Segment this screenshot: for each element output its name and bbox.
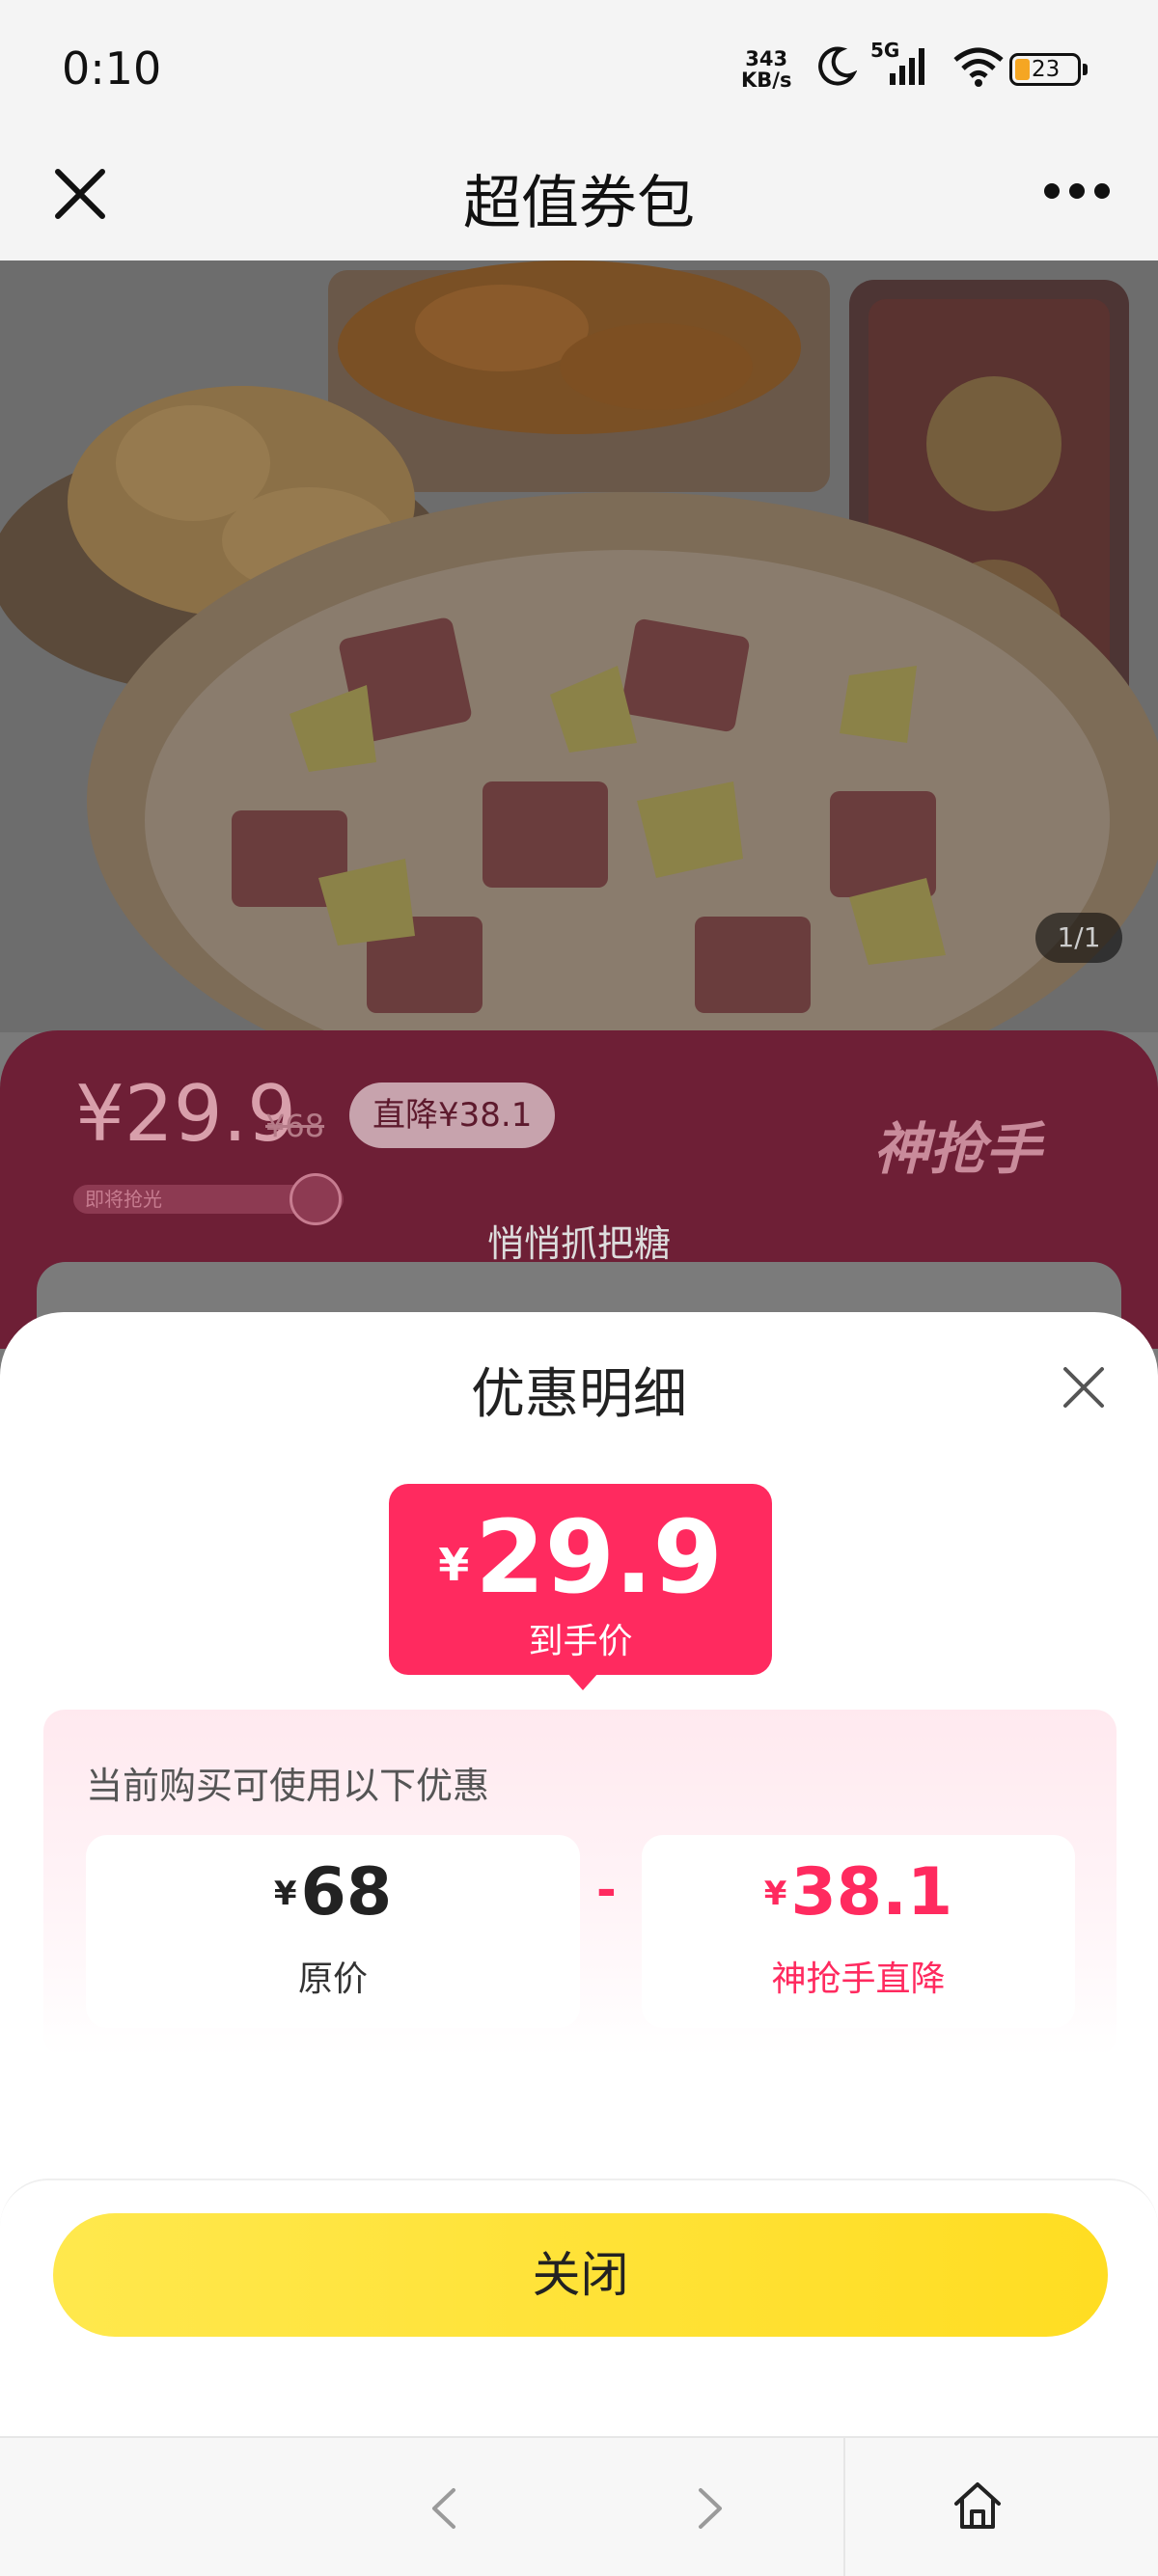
image-counter: 1/1 bbox=[1035, 913, 1122, 963]
brand-logo: 神抢手 bbox=[873, 1116, 1042, 1182]
discount-card: ¥38.1 神抢手直降 bbox=[642, 1835, 1075, 2028]
navigation-bar: 超值券包 bbox=[0, 135, 1158, 260]
browser-navigation bbox=[0, 2436, 1158, 2576]
battery-percent: 23 bbox=[1032, 57, 1061, 82]
final-price-label: 到手价 bbox=[528, 1622, 633, 1661]
battery-icon: 23 bbox=[1009, 53, 1081, 86]
cellular-signal-icon: 5G bbox=[870, 39, 938, 87]
original-price-label: 原价 bbox=[297, 1959, 368, 1999]
banner-original-price: ¥68 bbox=[265, 1108, 325, 1144]
banner-price: ¥29.9 bbox=[75, 1069, 297, 1159]
banner-slogan: 悄悄抓把糖 bbox=[486, 1222, 671, 1265]
discount-currency: ¥ bbox=[763, 1875, 787, 1913]
price-banner: ¥29.9 ¥68 直降¥38.1 即将抢光 神抢手 悄悄抓把糖 bbox=[0, 1030, 1158, 1378]
original-price-currency: ¥ bbox=[273, 1875, 297, 1913]
final-price-box: ¥29.9 到手价 bbox=[389, 1484, 772, 1690]
close-button[interactable]: 关闭 bbox=[53, 2213, 1108, 2337]
original-price-amount: 68 bbox=[300, 1854, 393, 1931]
sheet-title: 优惠明细 bbox=[471, 1363, 687, 1426]
food-illustration bbox=[0, 260, 1158, 1032]
battery-level bbox=[1015, 59, 1030, 80]
original-price-card: ¥68 原价 bbox=[86, 1835, 580, 2028]
status-time: 0:10 bbox=[62, 42, 162, 95]
home-icon[interactable] bbox=[951, 2479, 1005, 2533]
discount-panel: 当前购买可使用以下优惠 ¥68 原价 - ¥38.1 神抢手直降 bbox=[43, 1710, 1117, 2057]
battery-tip bbox=[1083, 64, 1088, 75]
network-speed-unit: KB/s bbox=[741, 69, 792, 92]
original-price: ¥68 bbox=[86, 1854, 580, 1932]
discount-value: 38.1 bbox=[790, 1854, 953, 1931]
discount-details-sheet: 优惠明细 ¥29.9 到手价 当前购买可使用以下优惠 ¥68 原价 - ¥38.… bbox=[0, 1312, 1158, 2436]
final-price: ¥29.9 bbox=[389, 1499, 772, 1623]
forward-icon[interactable] bbox=[691, 2484, 730, 2533]
back-icon[interactable] bbox=[425, 2484, 463, 2533]
product-image: 1/1 bbox=[0, 260, 1158, 1032]
price-box-pointer bbox=[567, 1673, 598, 1690]
wifi-icon bbox=[953, 47, 1004, 87]
final-price-currency: ¥ bbox=[438, 1539, 470, 1591]
more-icon[interactable] bbox=[1044, 183, 1110, 199]
sheet-footer: 关闭 bbox=[0, 2179, 1158, 2436]
close-icon[interactable] bbox=[1060, 1363, 1108, 1411]
discount-heading: 当前购买可使用以下优惠 bbox=[86, 1765, 490, 1807]
minus-sign: - bbox=[596, 1862, 617, 1918]
page-title: 超值券包 bbox=[463, 170, 695, 237]
status-icons: 5G bbox=[816, 39, 1006, 87]
nav-divider bbox=[843, 2438, 845, 2576]
network-speed: 343 KB/s bbox=[741, 48, 791, 91]
discount-amount: ¥38.1 bbox=[642, 1854, 1075, 1932]
discount-label: 神抢手直降 bbox=[771, 1959, 946, 1999]
final-price-amount: 29.9 bbox=[475, 1498, 723, 1616]
discount-tag: 直降¥38.1 bbox=[349, 1082, 556, 1148]
network-speed-value: 343 bbox=[745, 47, 788, 70]
moon-icon bbox=[818, 46, 857, 86]
status-bar: 0:10 343 KB/s 5G 23 bbox=[0, 0, 1158, 135]
